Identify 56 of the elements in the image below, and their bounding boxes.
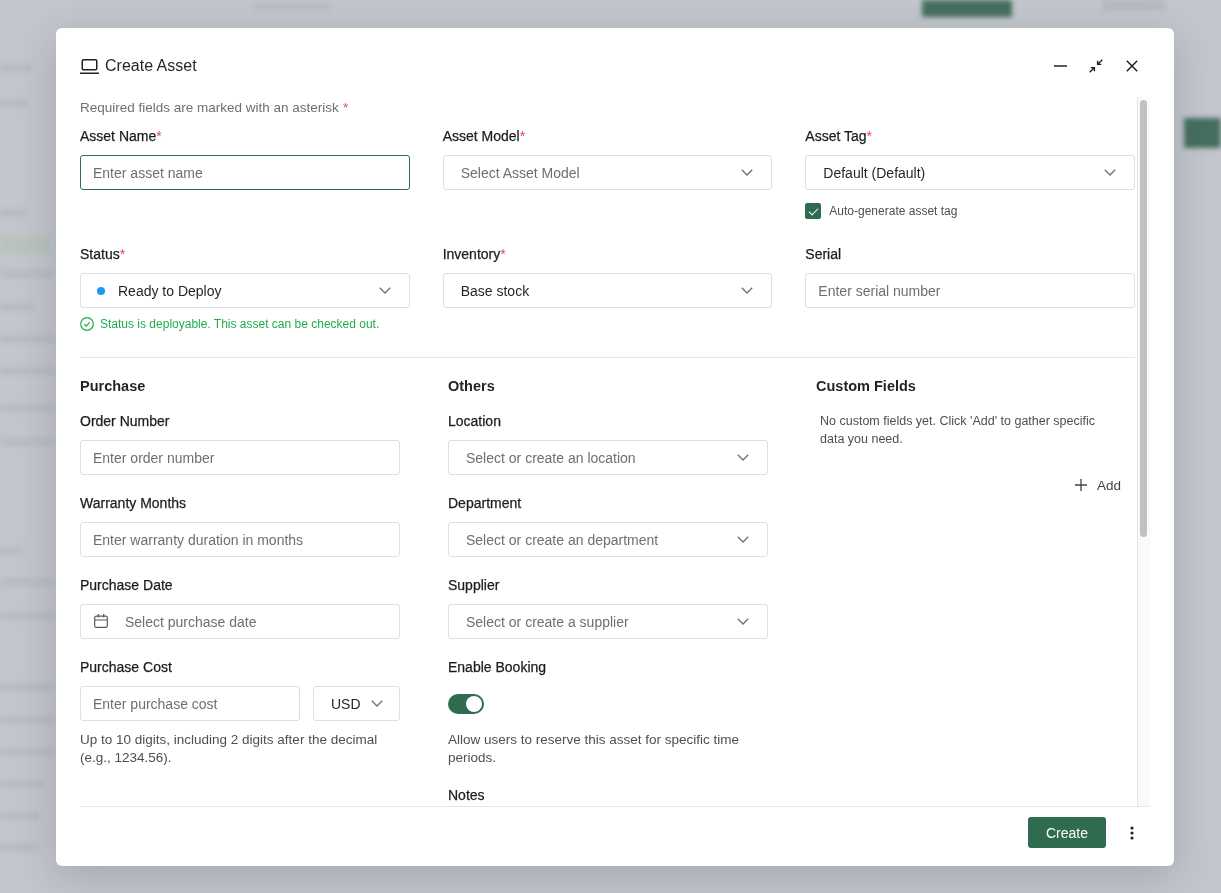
checkbox[interactable] — [805, 203, 822, 219]
chevron-down-icon — [378, 287, 391, 294]
empty-state-text: No custom fields yet. Click 'Add' to gather specific data you need. — [820, 413, 1097, 448]
dropdown[interactable]: Base stock — [442, 273, 773, 308]
chevron-down-icon — [737, 454, 749, 461]
close-icon — [1126, 60, 1138, 72]
laptop-icon — [80, 58, 99, 74]
more-icon — [1130, 825, 1134, 840]
create-button[interactable]: Create — [1027, 817, 1106, 848]
status-dropdown[interactable]: Ready to Deploy — [80, 273, 410, 308]
helper-text: Allow users to reserve this asset for specific time periods. — [448, 731, 741, 767]
plus-icon — [1074, 479, 1087, 491]
section-heading: Others — [448, 377, 495, 395]
field-label: Location — [448, 412, 501, 430]
dropdown[interactable]: Select or create an location — [448, 440, 768, 475]
field-label: Order Number — [80, 412, 170, 430]
field-label: Asset Model* — [442, 127, 526, 145]
field-label: Status* — [80, 245, 126, 263]
dialog-title: Create Asset — [105, 57, 197, 75]
toggle-switch[interactable] — [448, 693, 484, 714]
status-hint-text: Status is deployable. This asset can be checked out. — [100, 316, 380, 332]
field-label: Purchase Cost — [80, 658, 172, 676]
add-button[interactable]: Add — [1072, 470, 1123, 500]
scrollbar-thumb[interactable] — [1140, 100, 1147, 537]
chevron-down-icon — [737, 536, 749, 543]
field-label: Asset Name* — [80, 127, 162, 145]
chevron-down-icon — [737, 618, 749, 625]
calendar-icon — [94, 614, 108, 628]
field-label: Supplier — [448, 576, 500, 594]
check-circle-icon — [80, 317, 94, 331]
section-heading: Custom Fields — [816, 377, 916, 395]
text-input[interactable]: Enter asset name — [80, 155, 410, 190]
chevron-down-icon — [1104, 169, 1116, 176]
field-label: Notes — [448, 786, 485, 804]
dropdown[interactable]: Default (Default) — [805, 155, 1135, 190]
minimize-icon — [1053, 65, 1067, 67]
field-label: Department — [448, 494, 522, 512]
dropdown[interactable]: Select Asset Model — [442, 155, 773, 190]
field-label: Serial — [805, 245, 842, 263]
section-heading: Purchase — [80, 377, 146, 395]
field-label: Inventory* — [442, 245, 506, 263]
dropdown[interactable]: Select or create an department — [448, 522, 768, 557]
required-fields-note: Required fields are marked with an asterisk * — [80, 99, 349, 117]
helper-text: Up to 10 digits, including 2 digits after the decimal (e.g., 1234.56). — [80, 731, 379, 767]
chevron-down-icon — [370, 700, 383, 707]
collapse-icon — [1089, 59, 1103, 73]
checkbox-label: Auto-generate asset tag — [829, 204, 958, 218]
dropdown[interactable]: Select or create a supplier — [448, 604, 768, 639]
field-label: Enable Booking — [448, 658, 547, 676]
chevron-down-icon — [741, 169, 754, 176]
chevron-down-icon — [741, 287, 754, 294]
field-label: Asset Tag* — [805, 127, 872, 145]
date-input[interactable]: Select purchase date — [80, 604, 400, 639]
currency-dropdown[interactable]: USD — [313, 686, 400, 721]
field-label: Warranty Months — [80, 494, 187, 512]
field-label: Purchase Date — [80, 576, 173, 594]
